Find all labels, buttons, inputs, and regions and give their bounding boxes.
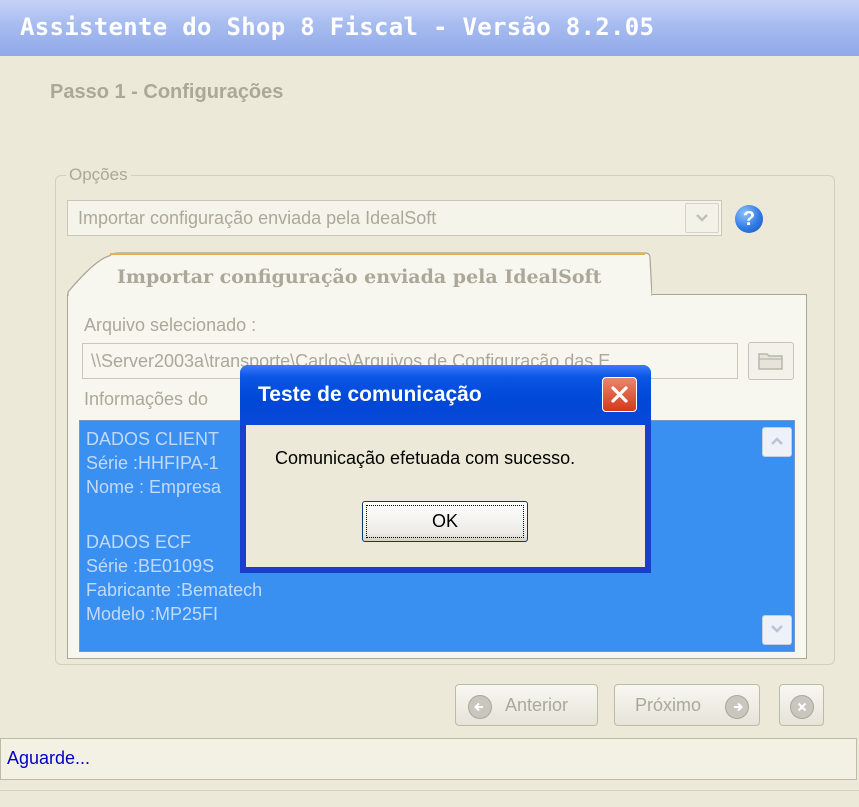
dialog-title-bar[interactable]: Teste de comunicação [240, 365, 651, 425]
cancel-button[interactable] [779, 684, 824, 726]
ok-label: OK [431, 511, 458, 531]
browse-folder-button[interactable] [748, 342, 794, 380]
ok-button[interactable]: OK [362, 501, 528, 542]
folder-icon [758, 353, 783, 370]
title-bar[interactable]: Assistente do Shop 8 Fiscal - Versão 8.2… [0, 0, 859, 56]
info-line: DADOS ECF [86, 532, 192, 552]
next-label: Próximo [635, 695, 702, 715]
info-line: Série :BE0109S [86, 556, 215, 576]
wizard-window: Assistente do Shop 8 Fiscal - Versão 8.2… [0, 0, 859, 807]
chevron-down-icon[interactable] [685, 203, 719, 233]
close-icon [611, 386, 628, 403]
options-legend: Opções [66, 165, 131, 185]
file-label: Arquivo selecionado : [84, 315, 257, 335]
arrow-right-icon [725, 695, 749, 719]
step-title: Passo 1 - Configurações [50, 81, 284, 103]
arrow-left-icon [468, 695, 492, 719]
cancel-icon [790, 695, 814, 719]
options-select[interactable]: Importar configuração enviada pela Ideal… [67, 200, 722, 236]
options-select-value: Importar configuração enviada pela Ideal… [78, 208, 437, 228]
dialog-message: Comunicação efetuada com sucesso. [275, 448, 576, 468]
window-bottom-border [0, 790, 859, 791]
info-line: Modelo :MP25FI [86, 604, 219, 624]
dialog-body: Comunicação efetuada com sucesso. OK [246, 425, 645, 567]
scroll-down-button[interactable] [762, 615, 792, 645]
previous-label: Anterior [505, 695, 569, 715]
close-button[interactable] [602, 377, 637, 412]
tab-import-config[interactable]: Importar configuração enviada pela Ideal… [67, 252, 652, 296]
previous-button[interactable]: Anterior [455, 684, 598, 726]
help-icon[interactable]: ? [735, 205, 763, 233]
memo-scrollbar[interactable] [762, 425, 792, 647]
dialog-title: Teste de comunicação [258, 383, 482, 406]
tab-label: Importar configuração enviada pela Ideal… [117, 266, 602, 288]
status-bar: Aguarde... [0, 738, 857, 780]
info-label: Informações do [84, 389, 209, 409]
info-line: Fabricante :Bematech [86, 580, 263, 600]
info-line: DADOS CLIENT [86, 429, 220, 449]
status-text: Aguarde... [7, 748, 91, 768]
scroll-up-button[interactable] [762, 427, 792, 457]
communication-test-dialog: Teste de comunicação Comunicação efetuad… [240, 365, 651, 573]
next-button[interactable]: Próximo [614, 684, 760, 726]
info-line: Série :HHFIPA-1 [86, 453, 219, 473]
chevron-up-icon [771, 437, 783, 445]
info-line: Nome : Empresa [86, 477, 222, 497]
window-title: Assistente do Shop 8 Fiscal - Versão 8.2… [20, 13, 655, 41]
chevron-down-icon [771, 625, 783, 633]
